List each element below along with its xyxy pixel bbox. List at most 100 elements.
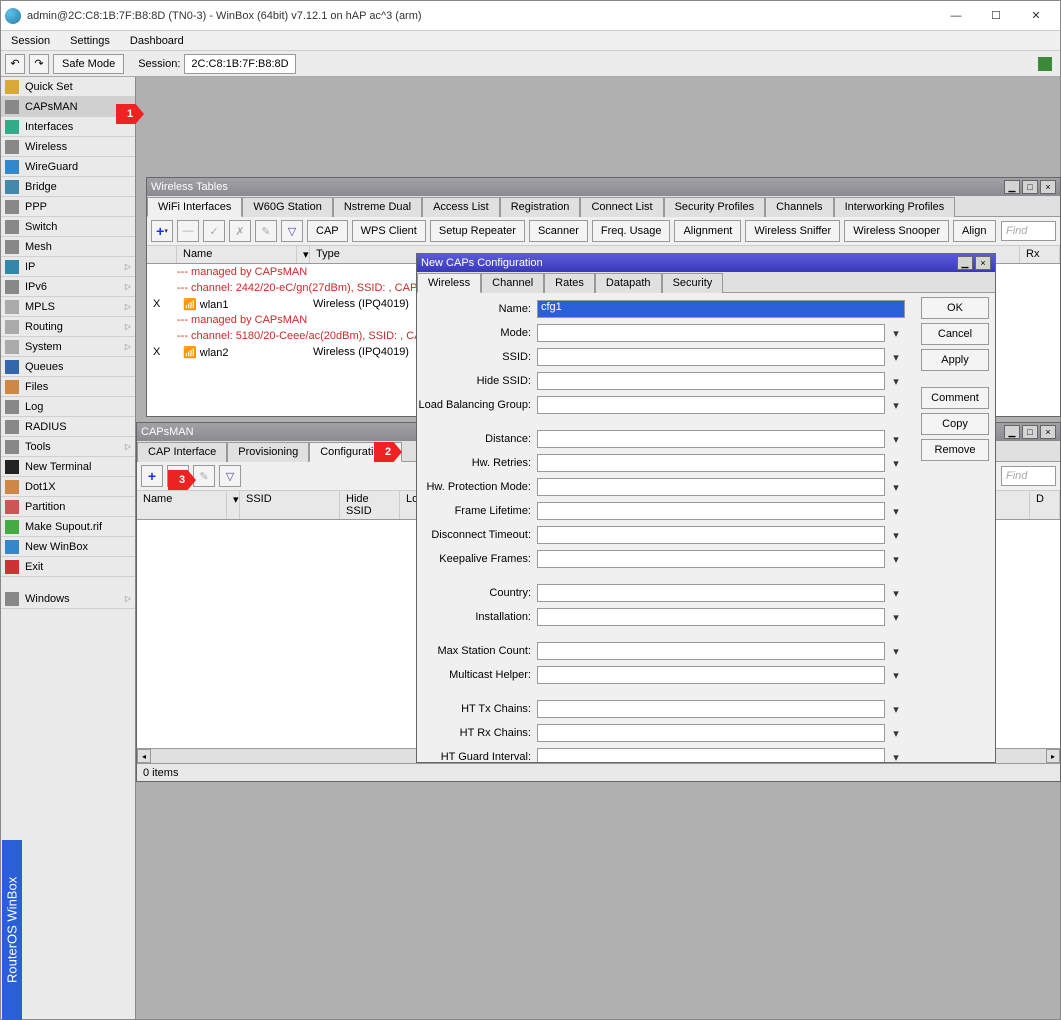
sidebar-item-files[interactable]: Files bbox=[1, 377, 135, 397]
remove-button[interactable]: Remove bbox=[921, 439, 989, 461]
remove-button[interactable]: — bbox=[177, 220, 199, 242]
wps-client-button[interactable]: WPS Client bbox=[352, 220, 426, 242]
menu-session[interactable]: Session bbox=[1, 33, 60, 49]
scanner-button[interactable]: Scanner bbox=[529, 220, 588, 242]
win-minimize-icon[interactable]: ▁ bbox=[1004, 180, 1020, 194]
win-close-icon[interactable]: × bbox=[1040, 180, 1056, 194]
sidebar-item-partition[interactable]: Partition bbox=[1, 497, 135, 517]
chevron-down-icon[interactable]: ▾ bbox=[887, 372, 905, 390]
chevron-down-icon[interactable]: ▾ bbox=[887, 454, 905, 472]
cancel-button[interactable]: Cancel bbox=[921, 323, 989, 345]
tab-security-profiles[interactable]: Security Profiles bbox=[664, 197, 765, 217]
tab-interworking-profiles[interactable]: Interworking Profiles bbox=[834, 197, 956, 217]
col-name[interactable]: Name bbox=[137, 491, 227, 519]
chevron-down-icon[interactable]: ▾ bbox=[887, 550, 905, 568]
country-input[interactable] bbox=[537, 584, 885, 602]
win-close-icon[interactable]: × bbox=[1040, 425, 1056, 439]
comment-button[interactable]: Comment bbox=[921, 387, 989, 409]
win-maximize-icon[interactable]: □ bbox=[1022, 425, 1038, 439]
tab-channels[interactable]: Channels bbox=[765, 197, 833, 217]
safe-mode-button[interactable]: Safe Mode bbox=[53, 54, 124, 74]
maximize-button[interactable]: ☐ bbox=[976, 2, 1016, 30]
sidebar-item-windows[interactable]: Windows▷ bbox=[1, 589, 135, 609]
tab-cap-interface[interactable]: CAP Interface bbox=[137, 442, 227, 462]
chevron-down-icon[interactable]: ▾ bbox=[887, 526, 905, 544]
close-button[interactable]: ✕ bbox=[1016, 2, 1056, 30]
align-button[interactable]: Align bbox=[953, 220, 995, 242]
chevron-down-icon[interactable]: ▾ bbox=[887, 748, 905, 762]
tab-access-list[interactable]: Access List bbox=[422, 197, 500, 217]
undo-button[interactable]: ↶ bbox=[5, 54, 25, 74]
enable-button[interactable]: ✓ bbox=[203, 220, 225, 242]
tab-registration[interactable]: Registration bbox=[500, 197, 581, 217]
freq-usage-button[interactable]: Freq. Usage bbox=[592, 220, 671, 242]
ht-tx-input[interactable] bbox=[537, 700, 885, 718]
win-close-icon[interactable]: × bbox=[975, 256, 991, 270]
filter-button[interactable]: ▽ bbox=[281, 220, 303, 242]
add-button[interactable]: + bbox=[141, 465, 163, 487]
redo-button[interactable]: ↷ bbox=[29, 54, 49, 74]
tab-security[interactable]: Security bbox=[662, 273, 724, 293]
menu-settings[interactable]: Settings bbox=[60, 33, 120, 49]
name-input[interactable]: cfg1 bbox=[537, 300, 905, 318]
chevron-down-icon[interactable]: ▾ bbox=[887, 324, 905, 342]
wireless-snooper-button[interactable]: Wireless Snooper bbox=[844, 220, 949, 242]
lbg-input[interactable] bbox=[537, 396, 885, 414]
sidebar-item-mesh[interactable]: Mesh bbox=[1, 237, 135, 257]
setup-repeater-button[interactable]: Setup Repeater bbox=[430, 220, 525, 242]
sidebar-item-ppp[interactable]: PPP bbox=[1, 197, 135, 217]
disconnect-timeout-input[interactable] bbox=[537, 526, 885, 544]
tab-w60g-station[interactable]: W60G Station bbox=[242, 197, 332, 217]
scroll-right-icon[interactable]: ▸ bbox=[1046, 749, 1060, 763]
sidebar-item-switch[interactable]: Switch bbox=[1, 217, 135, 237]
sidebar-item-dot1x[interactable]: Dot1X bbox=[1, 477, 135, 497]
tab-provisioning[interactable]: Provisioning bbox=[227, 442, 309, 462]
ht-rx-input[interactable] bbox=[537, 724, 885, 742]
sidebar-item-quick-set[interactable]: Quick Set bbox=[1, 77, 135, 97]
max-station-input[interactable] bbox=[537, 642, 885, 660]
sidebar-item-ip[interactable]: IP▷ bbox=[1, 257, 135, 277]
filter-button[interactable]: ▽ bbox=[219, 465, 241, 487]
find-input[interactable]: Find bbox=[1001, 466, 1056, 486]
ht-guard-input[interactable] bbox=[537, 748, 885, 762]
menu-dashboard[interactable]: Dashboard bbox=[120, 33, 194, 49]
tab-channel[interactable]: Channel bbox=[481, 273, 544, 293]
col-ssid[interactable]: SSID bbox=[240, 491, 340, 519]
chevron-down-icon[interactable]: ▾ bbox=[887, 502, 905, 520]
chevron-down-icon[interactable]: ▾ bbox=[887, 700, 905, 718]
scroll-left-icon[interactable]: ◂ bbox=[137, 749, 151, 763]
tab-nstreme-dual[interactable]: Nstreme Dual bbox=[333, 197, 422, 217]
chevron-down-icon[interactable]: ▾ bbox=[887, 348, 905, 366]
chevron-down-icon[interactable]: ▾ bbox=[887, 396, 905, 414]
win-maximize-icon[interactable]: □ bbox=[1022, 180, 1038, 194]
chevron-down-icon[interactable]: ▾ bbox=[887, 724, 905, 742]
col-name[interactable]: Name bbox=[177, 246, 297, 263]
sidebar-item-ipv6[interactable]: IPv6▷ bbox=[1, 277, 135, 297]
comment-button[interactable]: ✎ bbox=[193, 465, 215, 487]
win-minimize-icon[interactable]: ▁ bbox=[1004, 425, 1020, 439]
sidebar-item-log[interactable]: Log bbox=[1, 397, 135, 417]
tab-wireless[interactable]: Wireless bbox=[417, 273, 481, 293]
installation-input[interactable] bbox=[537, 608, 885, 626]
disable-button[interactable]: ✗ bbox=[229, 220, 251, 242]
sidebar-item-bridge[interactable]: Bridge bbox=[1, 177, 135, 197]
hw-retries-input[interactable] bbox=[537, 454, 885, 472]
tab-connect-list[interactable]: Connect List bbox=[580, 197, 663, 217]
sidebar-item-system[interactable]: System▷ bbox=[1, 337, 135, 357]
col-hide-ssid[interactable]: Hide SSID bbox=[340, 491, 400, 519]
minimize-button[interactable]: — bbox=[936, 2, 976, 30]
sidebar-item-radius[interactable]: RADIUS bbox=[1, 417, 135, 437]
frame-lifetime-input[interactable] bbox=[537, 502, 885, 520]
ssid-input[interactable] bbox=[537, 348, 885, 366]
chevron-down-icon[interactable]: ▾ bbox=[887, 584, 905, 602]
sidebar-item-capsman[interactable]: CAPsMAN bbox=[1, 97, 135, 117]
tab-wifi-interfaces[interactable]: WiFi Interfaces bbox=[147, 197, 242, 217]
chevron-down-icon[interactable]: ▾ bbox=[887, 608, 905, 626]
tab-rates[interactable]: Rates bbox=[544, 273, 595, 293]
multicast-helper-input[interactable] bbox=[537, 666, 885, 684]
tab-datapath[interactable]: Datapath bbox=[595, 273, 662, 293]
hide-ssid-input[interactable] bbox=[537, 372, 885, 390]
sidebar-item-wireless[interactable]: Wireless bbox=[1, 137, 135, 157]
chevron-down-icon[interactable]: ▾ bbox=[887, 642, 905, 660]
find-input[interactable]: Find bbox=[1001, 221, 1056, 241]
